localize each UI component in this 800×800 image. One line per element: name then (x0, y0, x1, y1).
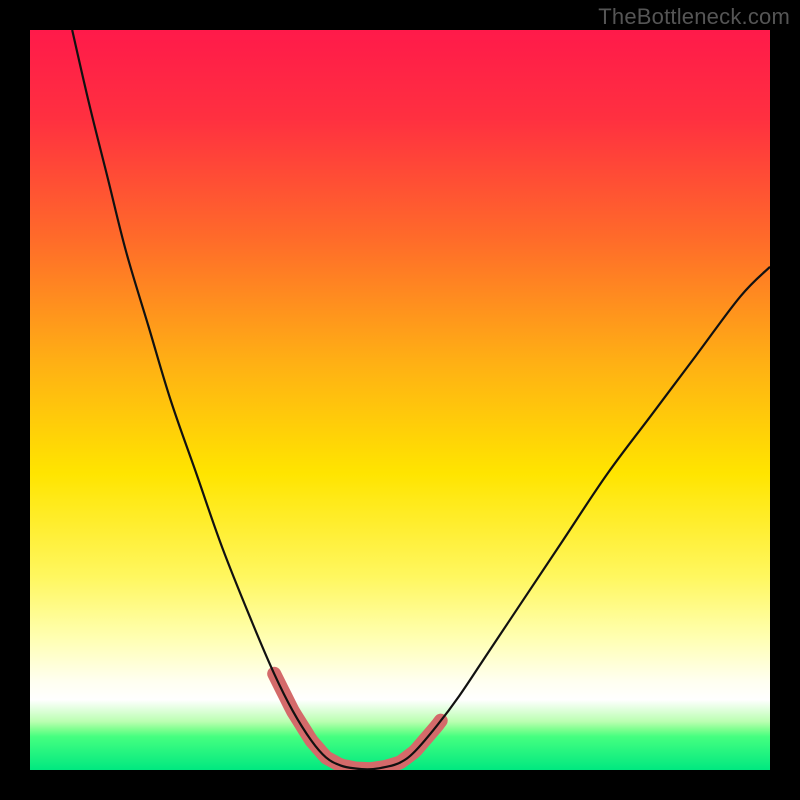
bottleneck-chart (0, 0, 800, 800)
watermark-text: TheBottleneck.com (598, 4, 790, 30)
gradient-background (30, 30, 770, 770)
chart-container: TheBottleneck.com (0, 0, 800, 800)
